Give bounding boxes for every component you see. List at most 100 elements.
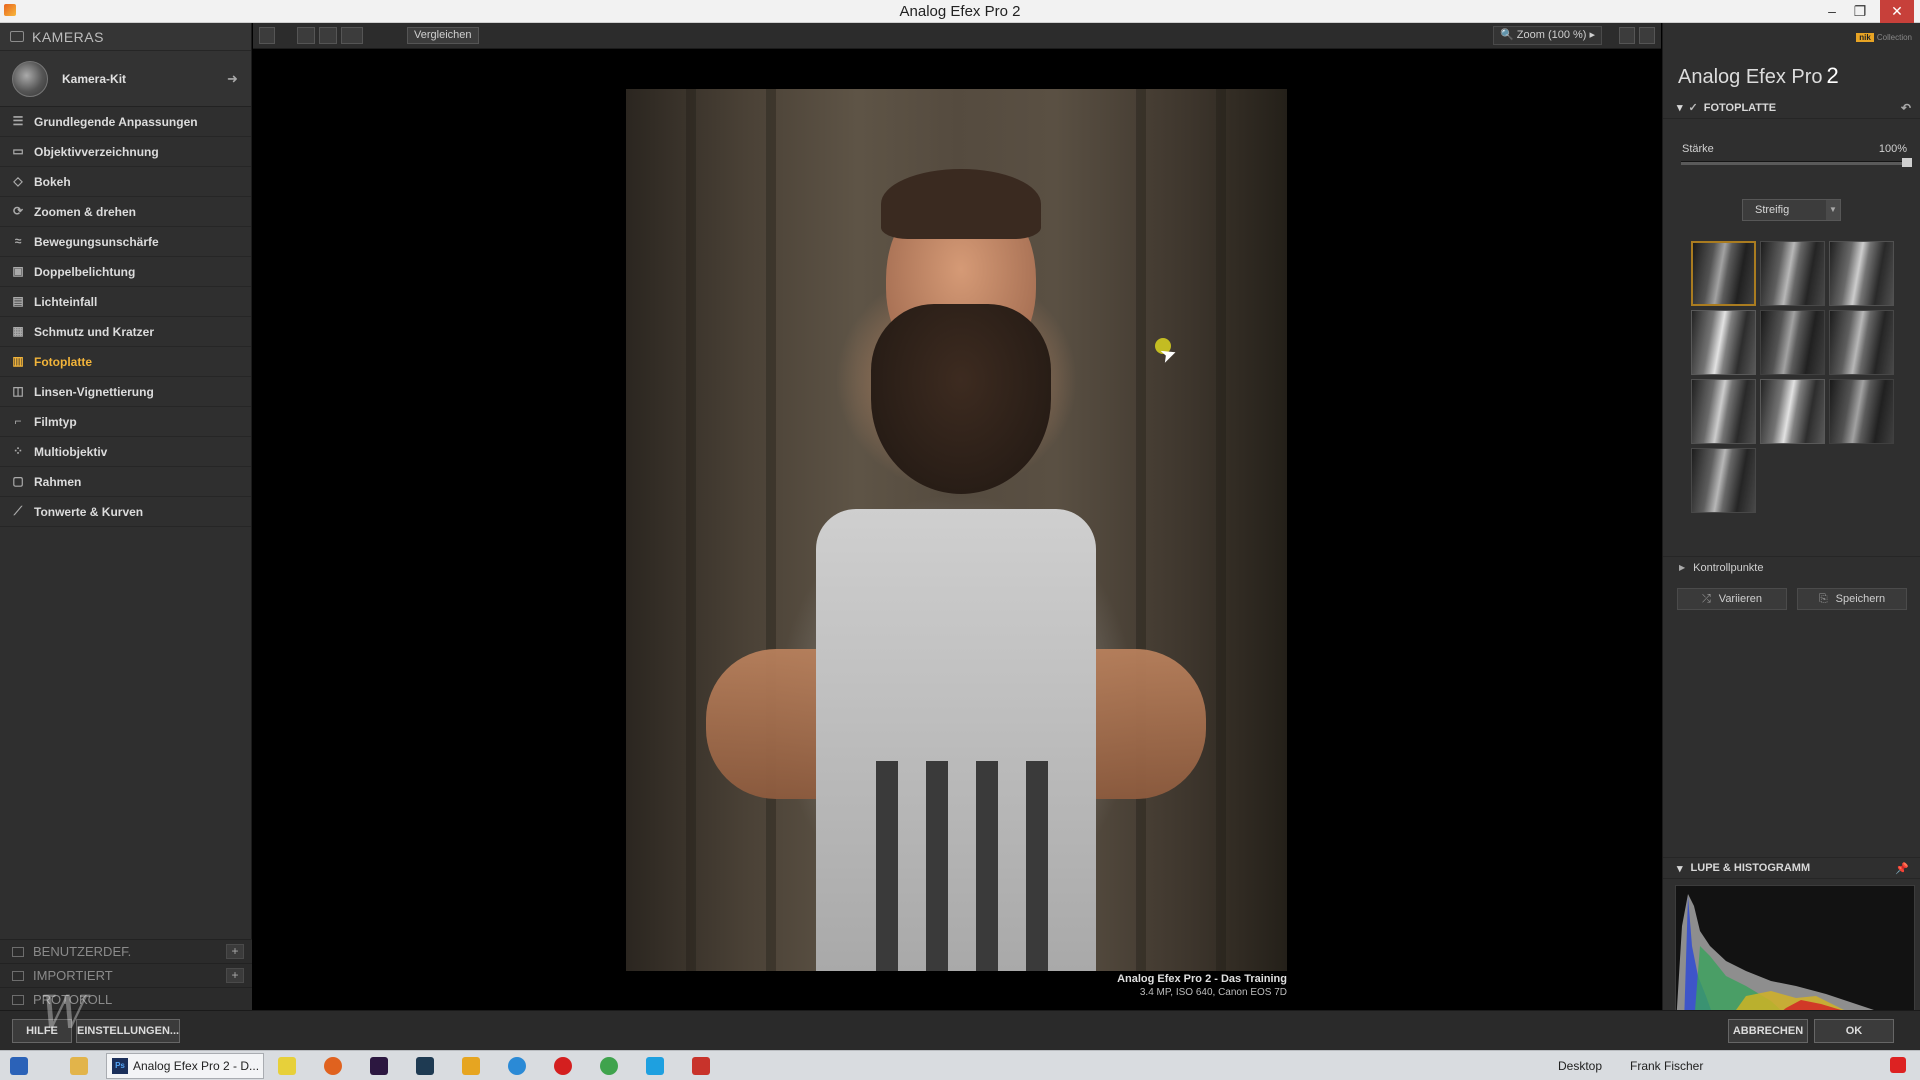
tool-item[interactable]: ▥ Fotoplatte bbox=[0, 347, 251, 377]
tool-item[interactable]: ◫ Linsen-Vignettierung bbox=[0, 377, 251, 407]
enable-checkbox[interactable]: ✓ bbox=[1689, 101, 1698, 114]
chrome-icon[interactable] bbox=[600, 1057, 618, 1075]
tool-item[interactable]: ⁘ Multiobjektiv bbox=[0, 437, 251, 467]
tool-item[interactable]: ▤ Lichteinfall bbox=[0, 287, 251, 317]
import-preset-button[interactable]: + bbox=[226, 968, 244, 983]
arrow-right-icon[interactable]: ➜ bbox=[227, 71, 251, 87]
plate-type-dropdown[interactable]: Streifig ▼ bbox=[1742, 199, 1841, 221]
protocol-header[interactable]: PROTOKOLL bbox=[0, 987, 252, 1011]
folder-icon[interactable] bbox=[462, 1057, 480, 1075]
taskbar: Ps Analog Efex Pro 2 - D... Desktop Fran… bbox=[0, 1050, 1920, 1080]
pin-icon[interactable]: 📌 bbox=[1895, 862, 1909, 875]
loupe-histogram-header[interactable]: ▾ LUPE & HISTOGRAMM 📌 bbox=[1663, 857, 1920, 879]
taskbar-active-app-label: Analog Efex Pro 2 - D... bbox=[133, 1059, 260, 1073]
close-button[interactable]: ✕ bbox=[1880, 0, 1914, 23]
user-defined-header[interactable]: BENUTZERDEF. + bbox=[0, 939, 252, 963]
tool-list: ☰ Grundlegende Anpassungen ▭ Objektivverzei… bbox=[0, 107, 251, 527]
strength-slider-handle[interactable] bbox=[1902, 158, 1912, 167]
strength-slider[interactable] bbox=[1681, 158, 1912, 167]
pdf-icon[interactable] bbox=[692, 1057, 710, 1075]
reset-icon[interactable]: ↶ bbox=[1901, 101, 1911, 115]
taskbar-active-app[interactable]: Ps Analog Efex Pro 2 - D... bbox=[106, 1053, 264, 1079]
minimize-button[interactable]: – bbox=[1818, 0, 1846, 23]
plate-thumbnail[interactable] bbox=[1691, 379, 1756, 444]
tool-item[interactable]: ▣ Doppelbelichtung bbox=[0, 257, 251, 287]
premiere-icon[interactable] bbox=[370, 1057, 388, 1075]
plate-thumbnail[interactable] bbox=[1760, 310, 1825, 375]
plate-thumbnail[interactable] bbox=[1691, 448, 1756, 513]
save-button[interactable]: ⎘ Speichern bbox=[1797, 588, 1907, 610]
imported-header[interactable]: IMPORTIERT + bbox=[0, 963, 252, 987]
plate-thumbnail[interactable] bbox=[1829, 241, 1894, 306]
fotoplatte-section-header[interactable]: ▾ ✓ FOTOPLATTE ↶ bbox=[1663, 97, 1920, 119]
browser-icon[interactable] bbox=[508, 1057, 526, 1075]
tool-item[interactable]: ◇ Bokeh bbox=[0, 167, 251, 197]
vignette-icon: ◫ bbox=[12, 384, 24, 398]
frame-icon: ▢ bbox=[12, 474, 24, 488]
zoom-select[interactable]: 🔍 Zoom (100 %) ▸ bbox=[1493, 26, 1603, 45]
compare-button[interactable]: Vergleichen bbox=[407, 27, 479, 44]
bottom-bar: HILFE EINSTELLUNGEN... ABBRECHEN OK bbox=[0, 1010, 1920, 1050]
film-icon: ⌐ bbox=[14, 414, 22, 428]
tool-item[interactable]: ⌐ Filmtyp bbox=[0, 407, 251, 437]
skype-icon[interactable] bbox=[646, 1057, 664, 1075]
fullscreen-button[interactable] bbox=[1639, 27, 1655, 44]
plate-type-value: Streifig bbox=[1755, 204, 1790, 216]
app-icon[interactable] bbox=[278, 1057, 296, 1075]
side-by-side-button[interactable] bbox=[341, 27, 363, 44]
camera-icon bbox=[10, 31, 24, 42]
explorer-icon[interactable] bbox=[70, 1057, 88, 1075]
ok-button[interactable]: OK bbox=[1814, 1019, 1894, 1043]
tool-item[interactable]: ⟳ Zoomen & drehen bbox=[0, 197, 251, 227]
add-user-preset-button[interactable]: + bbox=[226, 944, 244, 959]
tool-item-label: Tonwerte & Kurven bbox=[34, 504, 144, 519]
cameras-header[interactable]: KAMERAS bbox=[0, 23, 251, 51]
desktop-toolbar[interactable]: Desktop bbox=[1558, 1059, 1602, 1073]
collapse-icon[interactable]: ▾ bbox=[1677, 101, 1683, 114]
background-toggle-button[interactable] bbox=[1619, 27, 1635, 44]
control-points-section[interactable]: ▶ Kontrollpunkte bbox=[1663, 556, 1920, 578]
tool-item[interactable]: ☰ Grundlegende Anpassungen bbox=[0, 107, 251, 137]
plate-thumbnail[interactable] bbox=[1691, 241, 1756, 306]
tool-item[interactable]: ▦ Schmutz und Kratzer bbox=[0, 317, 251, 347]
cancel-button[interactable]: ABBRECHEN bbox=[1728, 1019, 1808, 1043]
plate-thumbnail[interactable] bbox=[1691, 310, 1756, 375]
tool-item[interactable]: ▭ Objektivverzeichnung bbox=[0, 137, 251, 167]
restore-button[interactable]: ❐ bbox=[1846, 0, 1874, 23]
single-view-button[interactable] bbox=[297, 27, 315, 44]
watermark-logo: W bbox=[40, 985, 88, 1039]
record-icon[interactable] bbox=[554, 1057, 572, 1075]
photoshop-icon: Ps bbox=[112, 1058, 128, 1074]
plate-thumbnail[interactable] bbox=[1829, 379, 1894, 444]
camera-kit-item[interactable]: Kamera-Kit ➜ bbox=[0, 51, 251, 107]
tool-item-label: Linsen-Vignettierung bbox=[34, 384, 154, 399]
plate-thumbnail[interactable] bbox=[1829, 310, 1894, 375]
light-leak-icon: ▤ bbox=[12, 294, 24, 308]
plate-thumbnail[interactable] bbox=[1760, 379, 1825, 444]
split-view-button[interactable] bbox=[319, 27, 337, 44]
preview-photo[interactable] bbox=[626, 89, 1287, 971]
brand-logo: nik Collection bbox=[1856, 33, 1912, 42]
toggle-panel-button[interactable] bbox=[259, 27, 275, 44]
firefox-icon[interactable] bbox=[324, 1057, 342, 1075]
user-defined-label: BENUTZERDEF. bbox=[33, 944, 132, 959]
caption-title: Analog Efex Pro 2 - Das Training bbox=[1117, 973, 1287, 985]
tool-item[interactable]: ≈ Bewegungsunschärfe bbox=[0, 227, 251, 257]
tool-item-label: Doppelbelichtung bbox=[34, 264, 136, 279]
collapse-icon[interactable]: ▾ bbox=[1677, 862, 1683, 875]
tool-item[interactable]: ▢ Rahmen bbox=[0, 467, 251, 497]
plate-icon: ▥ bbox=[12, 354, 24, 368]
notification-icon[interactable] bbox=[1890, 1057, 1906, 1073]
zoom-label: Zoom (100 %) bbox=[1516, 29, 1587, 41]
settings-button[interactable]: EINSTELLUNGEN... bbox=[76, 1019, 180, 1043]
plate-thumbnail[interactable] bbox=[1760, 241, 1825, 306]
vary-button[interactable]: ⤮ Variieren bbox=[1677, 588, 1787, 610]
start-icon[interactable] bbox=[10, 1057, 28, 1075]
user-toolbar[interactable]: Frank Fischer bbox=[1630, 1059, 1703, 1073]
preview-canvas[interactable]: Analog Efex Pro 2 - Das Training 3.4 MP,… bbox=[253, 50, 1661, 1010]
tool-item-label: Fotoplatte bbox=[34, 354, 92, 369]
lightroom-icon[interactable] bbox=[416, 1057, 434, 1075]
strength-slider-row: Stärke 100% bbox=[1663, 141, 1920, 171]
tool-item[interactable]: ⟋ Tonwerte & Kurven bbox=[0, 497, 251, 527]
sliders-icon: ☰ bbox=[12, 114, 24, 128]
